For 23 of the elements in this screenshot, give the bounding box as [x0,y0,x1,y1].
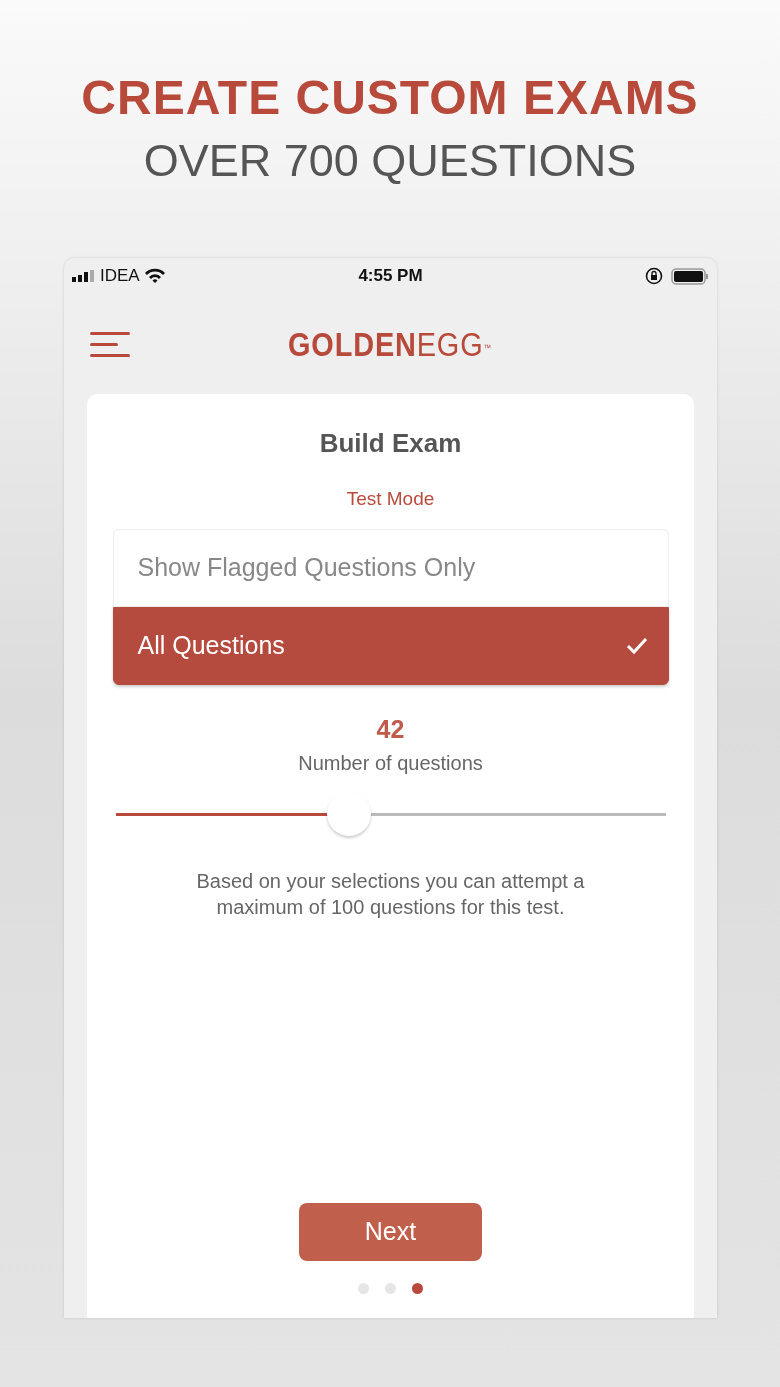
page-dot[interactable] [385,1283,396,1294]
info-text: Based on your selections you can attempt a maximum of 100 questions for this test. [195,868,586,920]
battery-icon [671,267,709,285]
section-label: Test Mode [346,487,435,511]
wifi-icon [143,268,166,284]
slider-thumb[interactable] [327,791,372,836]
question-count: 42 [376,716,405,742]
clock-time: 4:55 PM [357,265,424,288]
card-title: Build Exam [319,427,462,460]
signal-icon [72,270,96,282]
option-item[interactable]: All Questions [112,606,669,685]
check-icon [625,636,648,655]
page-dot[interactable] [358,1283,369,1294]
logo: GOLDENEGG$^{™}$ [288,323,493,365]
next-button[interactable]: Next [299,1203,482,1261]
option-item[interactable]: Show Flagged Questions Only [112,528,669,607]
subheadline: OVER 700 QUESTIONS [142,138,638,183]
carrier-name: IDEA [100,265,140,288]
rotation-lock-icon [645,267,663,285]
headline: CREATE CUSTOM EXAMS [80,74,700,122]
page-dot[interactable] [412,1283,423,1294]
menu-icon[interactable] [90,332,130,358]
count-label: Number of questions [298,750,483,776]
